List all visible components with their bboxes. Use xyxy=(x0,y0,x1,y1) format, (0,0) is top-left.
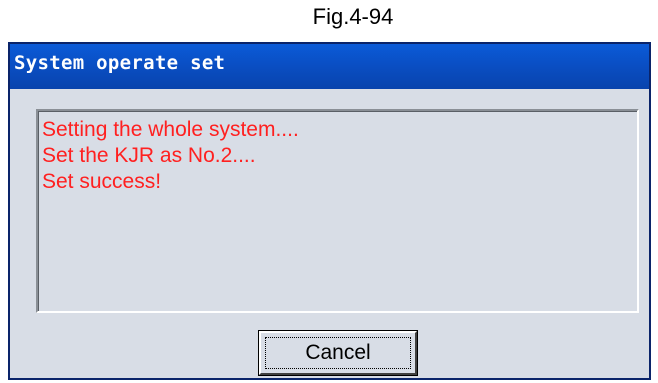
cancel-button[interactable]: Cancel xyxy=(259,331,417,375)
dialog-title: System operate set xyxy=(14,52,226,74)
message-line-1: Setting the whole system.... xyxy=(42,118,299,141)
cancel-button-label: Cancel xyxy=(305,341,371,364)
message-box: Setting the whole system.... Set the KJR… xyxy=(36,109,639,313)
message-line-2: Set the KJR as No.2.... xyxy=(42,144,256,167)
message-line-3: Set success! xyxy=(42,170,162,193)
system-operate-dialog: System operate set Setting the whole sys… xyxy=(8,42,651,380)
dialog-titlebar[interactable]: System operate set xyxy=(10,44,649,89)
figure-caption: Fig.4-94 xyxy=(312,4,394,29)
